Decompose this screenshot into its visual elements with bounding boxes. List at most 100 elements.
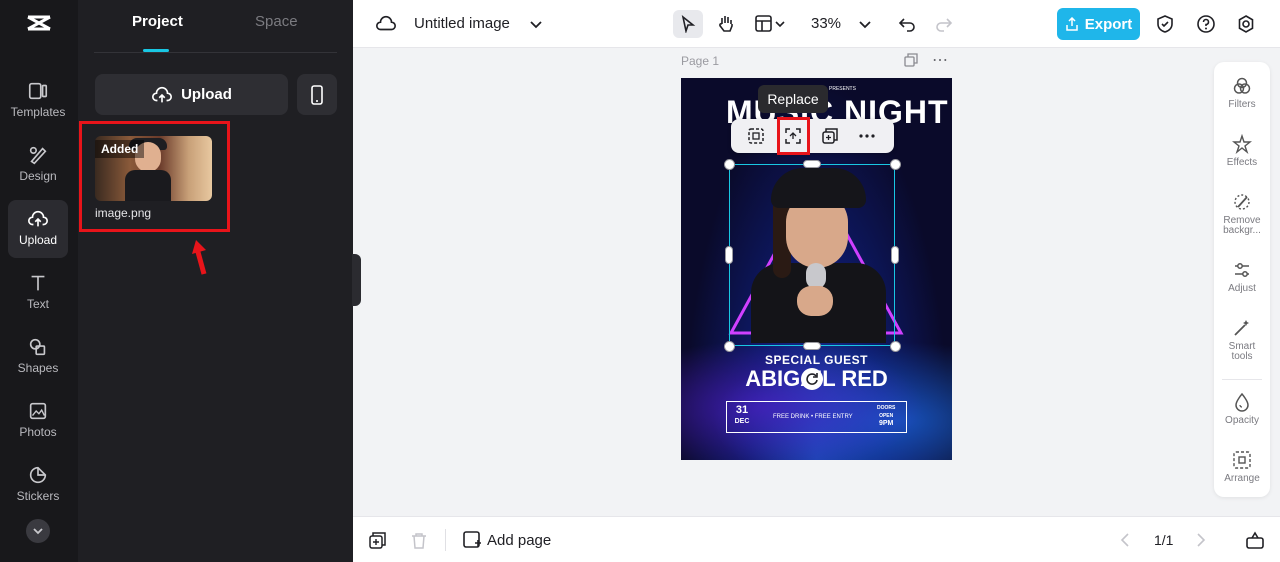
poster-doors-line2: OPEN (879, 413, 894, 419)
upload-cloud-icon (152, 86, 173, 102)
settings-icon[interactable] (1231, 10, 1261, 38)
resize-handle-left[interactable] (725, 246, 733, 264)
tool-remove-background[interactable]: Remove backgr... (1214, 192, 1270, 236)
trash-icon[interactable] (411, 532, 427, 549)
rotate-icon (806, 373, 818, 385)
export-button[interactable]: Export (1057, 8, 1140, 40)
resize-handle-top-right[interactable] (890, 159, 901, 170)
resize-handle-bottom[interactable] (803, 342, 821, 350)
duplicate-icon[interactable] (818, 124, 842, 148)
pointer-tool-icon[interactable] (673, 10, 703, 38)
upload-button[interactable]: Upload (95, 74, 288, 115)
top-bar: Untitled image 33% Export (353, 0, 1280, 48)
tool-label: Adjust (1228, 283, 1256, 294)
resize-handle-top-left[interactable] (724, 159, 735, 170)
image-selection-box[interactable] (729, 164, 895, 346)
tool-smart-tools[interactable]: Smart tools (1214, 318, 1270, 362)
remove-background-icon (1234, 194, 1250, 210)
resize-handle-bottom-left[interactable] (724, 341, 735, 352)
next-page-icon[interactable] (1195, 533, 1207, 547)
poster-doors-line1: DOORS (877, 405, 896, 411)
tool-arrange[interactable]: Arrange (1214, 450, 1270, 484)
document-title[interactable]: Untitled image (414, 15, 510, 32)
effects-icon (1232, 134, 1252, 154)
poster-special-guest: SPECIAL GUEST (765, 353, 868, 367)
rail-label: Shapes (17, 361, 59, 375)
rail-item-shapes[interactable]: Shapes (8, 328, 68, 386)
poster-presents: PRESENTS (829, 86, 856, 92)
rail-more-button[interactable] (26, 519, 50, 543)
poster-date-month: DEC (734, 418, 750, 425)
page-count: 1/1 (1154, 532, 1174, 548)
rail-label: Photos (19, 425, 57, 439)
bottom-divider (445, 529, 446, 551)
poster-info-box: 31 DEC FREE DRINK • FREE ENTRY DOORS OPE… (726, 401, 907, 433)
text-icon (31, 275, 45, 291)
rail-item-design[interactable]: Design (8, 136, 68, 194)
mobile-upload-button[interactable] (297, 74, 337, 115)
prev-page-icon[interactable] (1119, 533, 1131, 547)
rail-item-upload[interactable]: Upload (8, 200, 68, 258)
tool-label: Remove backgr... (1223, 216, 1261, 236)
add-page-label: Add page (487, 531, 552, 549)
shapes-icon (29, 338, 46, 356)
page-more-icon[interactable]: ⋯ (932, 50, 948, 70)
zoom-level[interactable]: 33% (811, 15, 841, 32)
rail-item-templates[interactable]: Templates (8, 72, 68, 130)
tool-effects[interactable]: Effects (1214, 134, 1270, 168)
duplicate-page-icon[interactable] (904, 53, 918, 67)
tool-opacity[interactable]: Opacity (1214, 392, 1270, 426)
tool-filters[interactable]: Filters (1214, 76, 1270, 110)
upload-cloud-icon (28, 210, 48, 227)
more-options-icon[interactable] (855, 124, 879, 148)
resize-handle-bottom-right[interactable] (890, 341, 901, 352)
tool-label: Effects (1226, 157, 1258, 168)
filters-icon (1233, 77, 1251, 94)
resize-handle-right[interactable] (891, 246, 899, 264)
rail-item-text[interactable]: Text (8, 264, 68, 322)
add-page-button[interactable]: Add page (463, 531, 551, 549)
left-rail: Templates Design Upload Text Shapes Phot… (0, 0, 78, 562)
pages-panel-icon[interactable] (1246, 531, 1264, 549)
rail-item-stickers[interactable]: Stickers (8, 456, 68, 514)
stickers-icon (29, 466, 47, 484)
active-tab-indicator (143, 49, 169, 52)
rail-item-photos[interactable]: Photos (8, 392, 68, 450)
rail-label: Upload (18, 233, 58, 247)
export-icon (1065, 17, 1078, 31)
rail-label: Design (19, 169, 57, 183)
crop-icon[interactable] (744, 124, 768, 148)
shield-icon[interactable] (1150, 10, 1180, 38)
replace-highlight-box (777, 117, 810, 155)
tool-label: Arrange (1224, 473, 1260, 484)
title-chevron-down-icon[interactable] (521, 10, 551, 38)
tool-label: Opacity (1225, 415, 1259, 426)
tab-space[interactable]: Space (255, 13, 298, 30)
poster-doors-time: 9PM (878, 420, 894, 427)
hand-tool-icon[interactable] (711, 10, 741, 38)
cloud-save-icon[interactable] (371, 10, 401, 38)
tool-adjust[interactable]: Adjust (1214, 260, 1270, 294)
export-label: Export (1084, 15, 1133, 33)
layout-dropdown-icon[interactable] (751, 10, 789, 38)
undo-icon[interactable] (892, 10, 922, 38)
adjust-icon (1235, 263, 1249, 277)
zoom-chevron-down-icon[interactable] (850, 10, 880, 38)
poster-date: 31 DEC (733, 405, 751, 427)
replace-tooltip: Replace (758, 85, 828, 113)
help-icon[interactable] (1191, 10, 1221, 38)
duplicate-page-icon[interactable] (369, 532, 386, 549)
capcut-logo[interactable] (24, 8, 54, 38)
poster-date-day: 31 (735, 404, 749, 416)
rotate-handle[interactable] (801, 368, 823, 390)
magic-wand-icon (1234, 320, 1249, 336)
bottom-bar: Add page 1/1 (353, 516, 1280, 562)
panel-collapse-handle[interactable] (352, 254, 361, 306)
redo-icon[interactable] (929, 10, 959, 38)
resize-handle-top[interactable] (803, 160, 821, 168)
page-label: Page 1 (681, 54, 720, 68)
right-tool-panel: Filters Effects Remove backgr... Adjust … (1214, 62, 1270, 497)
tool-divider (1222, 379, 1262, 380)
tab-project[interactable]: Project (132, 13, 183, 30)
opacity-drop-icon (1235, 392, 1249, 412)
